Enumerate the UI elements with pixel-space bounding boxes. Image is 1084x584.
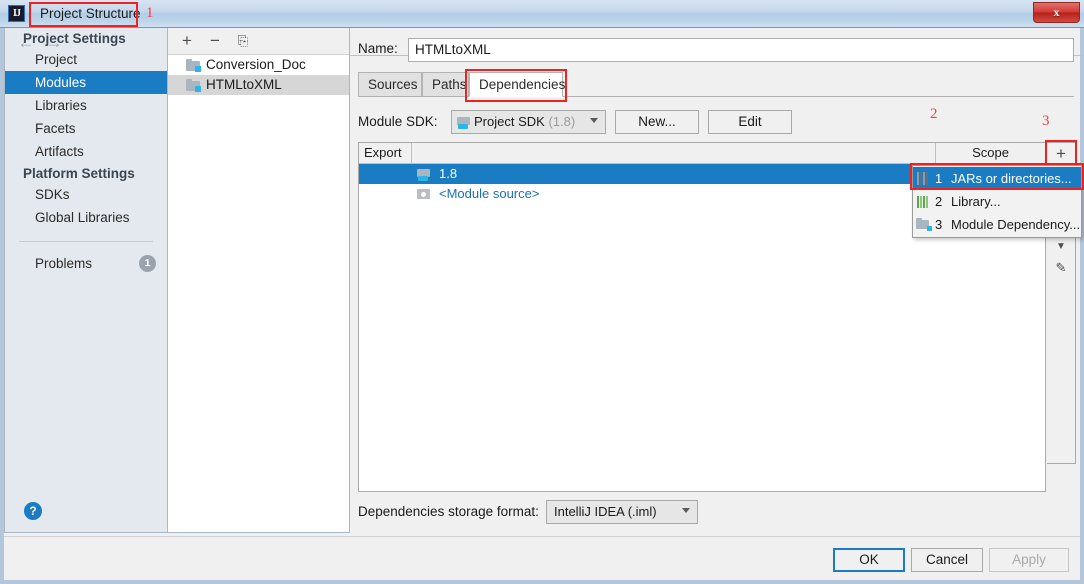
menu-item-module-dependency[interactable]: 3 Module Dependency... (913, 213, 1081, 236)
sidebar-nav: ← → (5, 28, 167, 56)
sidebar-item-global-libraries[interactable]: Global Libraries (5, 206, 167, 229)
tab-dependencies[interactable]: Dependencies (469, 72, 565, 97)
library-icon (916, 195, 931, 208)
edit-dependency-icon[interactable]: ✎ (1050, 258, 1072, 278)
sidebar-group-title: Platform Settings (23, 166, 135, 181)
copy-module-icon[interactable]: ⎘ (233, 31, 253, 51)
add-module-icon[interactable]: + (177, 31, 197, 51)
project-structure-dialog: IJ Project Structure 1 x ← → Project Set… (0, 0, 1084, 584)
tab-sources[interactable]: Sources (358, 72, 422, 97)
ok-button[interactable]: OK (833, 548, 905, 572)
window-title: Project Structure (40, 6, 141, 21)
module-source-icon (417, 188, 432, 201)
storage-format-row: Dependencies storage format: IntelliJ ID… (358, 500, 858, 524)
new-sdk-button[interactable]: New... (615, 110, 699, 134)
annotation-marker-3: 3 (1042, 113, 1050, 129)
menu-item-label: Module Dependency... (951, 217, 1081, 232)
menu-item-label: Library... (951, 194, 1001, 209)
list-item[interactable]: Conversion_Doc (168, 55, 349, 75)
back-arrow-icon[interactable]: ← (15, 34, 37, 52)
sdk-icon (457, 116, 470, 129)
settings-sidebar: ← → Project Settings Project Modules Lib… (4, 28, 168, 533)
sidebar-divider (19, 241, 153, 242)
storage-format-label: Dependencies storage format: (358, 504, 539, 519)
table-cell-name: <Module source> (439, 186, 540, 201)
storage-format-value: IntelliJ IDEA (.iml) (554, 504, 657, 519)
module-detail-panel: Name: HTMLtoXML Sources Paths Dependenci… (352, 28, 1080, 533)
title-bar: IJ Project Structure 1 x (0, 0, 1084, 28)
remove-module-icon[interactable]: − (205, 31, 225, 51)
close-icon[interactable]: x (1033, 2, 1080, 23)
column-header-scope[interactable]: Scope (935, 143, 1045, 163)
sidebar-item-libraries[interactable]: Libraries (5, 94, 167, 117)
sidebar-item-label: Problems (35, 256, 93, 271)
add-dependency-icon[interactable]: + (1050, 144, 1072, 164)
problems-count-badge: 1 (139, 255, 156, 272)
annotation-marker-1: 1 (146, 5, 154, 21)
storage-format-dropdown[interactable]: IntelliJ IDEA (.iml) (546, 500, 698, 524)
menu-item-number: 2 (935, 194, 943, 209)
module-sdk-label: Module SDK: (358, 114, 438, 129)
dialog-button-bar: OK Cancel Apply (4, 536, 1080, 580)
tab-underline (358, 96, 1074, 97)
jars-icon (916, 172, 931, 185)
module-tabs: Sources Paths Dependencies (358, 69, 1074, 102)
chevron-down-icon (590, 118, 598, 123)
module-sdk-value: Project SDK (1.8) (474, 114, 575, 129)
column-header-export[interactable]: Export (359, 143, 412, 163)
sidebar-item-modules[interactable]: Modules (5, 71, 167, 94)
chevron-down-icon (682, 508, 690, 513)
menu-item-label: JARs or directories... (951, 171, 1072, 186)
module-list-toolbar: + − ⎘ (168, 28, 349, 55)
cancel-button[interactable]: Cancel (911, 548, 983, 572)
menu-item-library[interactable]: 2 Library... (913, 190, 1081, 213)
name-label: Name: (358, 41, 398, 56)
list-item-label: HTMLtoXML (206, 77, 282, 92)
sidebar-item-artifacts[interactable]: Artifacts (5, 140, 167, 163)
module-name-input[interactable]: HTMLtoXML (408, 38, 1074, 62)
module-folder-icon (186, 79, 201, 92)
sidebar-item-problems[interactable]: Problems 1 (5, 252, 167, 275)
menu-item-jars-or-directories[interactable]: 1 JARs or directories... (913, 167, 1081, 190)
module-sdk-row: Module SDK: Project SDK (1.8) New... Edi… (358, 110, 1074, 134)
apply-button[interactable]: Apply (989, 548, 1069, 572)
sidebar-group-platform-settings: Platform Settings SDKs Global Libraries (5, 163, 167, 229)
tab-paths[interactable]: Paths (422, 72, 469, 97)
list-item-label: Conversion_Doc (206, 57, 306, 72)
menu-item-number: 1 (935, 171, 943, 186)
module-dependency-icon (916, 218, 932, 231)
forward-arrow-icon[interactable]: → (43, 34, 65, 52)
help-icon[interactable]: ? (24, 502, 42, 520)
module-folder-icon (186, 59, 201, 72)
intellij-idea-icon: IJ (8, 5, 25, 22)
move-down-icon[interactable]: ▼ (1050, 237, 1072, 257)
list-item[interactable]: HTMLtoXML (168, 75, 349, 95)
table-cell-name: 1.8 (439, 166, 458, 181)
edit-sdk-button[interactable]: Edit (708, 110, 792, 134)
module-list-panel: + − ⎘ Conversion_Doc HTMLtoXML (168, 28, 350, 533)
sdk-version: (1.8) (548, 114, 576, 129)
sdk-icon (417, 168, 432, 181)
sidebar-item-facets[interactable]: Facets (5, 117, 167, 140)
add-dependency-menu: 1 JARs or directories... 2 Library... 3 … (912, 165, 1082, 238)
module-name-row: Name: HTMLtoXML (358, 38, 1074, 62)
sidebar-item-sdks[interactable]: SDKs (5, 183, 167, 206)
dependencies-table-header: Export Scope (359, 143, 1045, 164)
module-sdk-dropdown[interactable]: Project SDK (1.8) (451, 110, 606, 134)
menu-item-number: 3 (935, 217, 943, 232)
sdk-name: Project SDK (474, 114, 545, 129)
